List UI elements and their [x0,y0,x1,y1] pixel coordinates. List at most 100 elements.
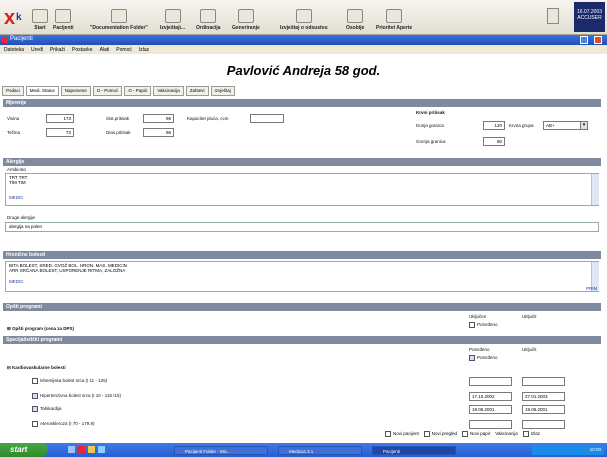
checkbox-checked-icon[interactable] [469,355,475,361]
documentation-folder-button[interactable]: "Documentation Folder" [90,3,148,31]
confirmed-date-field[interactable] [469,377,512,386]
vaccination-button[interactable]: Vakcinacija [495,431,517,437]
tab-notes[interactable]: Napomene [60,86,91,96]
bp-sys-label: Sist.pritisak [106,116,130,121]
allergies-column-header: Antibiotici [7,167,27,172]
close-button[interactable] [594,36,602,44]
program-item-checkbox[interactable]: Ateroskleroza (I 70 - 179.9) [32,421,95,427]
generate-toolbar-button[interactable]: Generiranje [232,3,260,31]
other-allergies-field[interactable]: alergija na polen [5,222,599,232]
allergies-list[interactable]: TRT TRT TIM TIM MEDIC [5,173,599,206]
patients-icon [55,9,72,23]
menu-item-help[interactable]: Pomoć [116,47,132,53]
menu-item-settings[interactable]: Postavke [72,47,93,53]
include-date-field[interactable]: 27.01.2003 [522,392,565,401]
taskbar-item-medicus[interactable]: Medicus 3.1 [278,446,362,455]
tab-medical-status[interactable]: Medi. Status [25,86,59,96]
patients-toolbar-button[interactable]: Pacijenti [53,3,74,31]
staff-toolbar-button[interactable]: Osobije [346,3,364,31]
expand-icon[interactable]: ⊟ [7,365,11,370]
start-toolbar-button[interactable]: Start [32,3,48,31]
start-button[interactable]: start [0,443,48,457]
checkbox-icon[interactable] [32,421,38,427]
tab-requests[interactable]: Zahtevi [185,86,209,96]
list-item[interactable]: TIM TIM [9,180,595,185]
absence-report-button[interactable]: Izvještaj o odsustvu [280,3,328,31]
tab-vaccination[interactable]: Vakcinacija [153,86,184,96]
bp-sys-field[interactable]: 96 [143,114,174,123]
patient-name-title: Pavlović Andreja 58 god. [226,63,381,78]
chevron-down-icon[interactable]: ▾ [580,121,588,130]
bp-dia-label: Dias.pritisak [106,130,131,135]
allergies-scrollbar[interactable] [591,174,599,205]
office-toolbar-button[interactable]: Ordinacija [196,3,220,31]
tab-help[interactable]: O - Pomoć [92,86,123,96]
program-item-checkbox[interactable]: Hipertenzivna bolest srca (I 10 - 115 I1… [32,393,121,399]
priority-icon [386,9,403,23]
tab-strip: Podaci Medi. Status Napomene O - Pomoć O… [2,86,235,96]
height-label: Visina [7,116,20,121]
confirmed-date-field[interactable]: 19.06.2001 [469,405,512,414]
menu-item-tools[interactable]: Alati [100,47,110,53]
toolbar-help-icon[interactable] [547,8,559,24]
report-icon [164,9,181,23]
new-exam-button[interactable]: Novi pregled [423,431,457,437]
priority-toolbar-button[interactable]: Prioritet Aperte [376,3,412,31]
expand-icon[interactable]: ⊞ [7,326,11,331]
general-confirmed-checkbox[interactable]: Potvrđeno [469,322,498,328]
new-paper-button[interactable]: Novi papir [462,431,490,437]
menu-item-edit[interactable]: Uređi [31,47,43,53]
quick-launch-ie-icon[interactable] [68,446,75,453]
list-item[interactable]: ARR SRČANA BOLEST, USPORENJE RITMA, ZALO… [9,268,595,273]
general-program-label[interactable]: ⊞ Opšti program (cena za DPS) [7,326,74,332]
allergies-more-link[interactable]: MEDIC [9,195,595,200]
confirmed-date-field[interactable]: 17.10.2002 [469,392,512,401]
quick-launch-desktop-icon[interactable] [98,446,105,453]
exit-button[interactable]: Izlaz [522,431,540,437]
system-tray: 10:00 [532,445,604,455]
weight-field[interactable]: 73 [46,128,74,137]
taskbar-item-folder[interactable]: Pacijenti Folder - Mic... [174,446,268,455]
checkbox-checked-icon[interactable] [32,393,38,399]
office-icon [200,9,217,23]
checkbox-checked-icon[interactable] [32,406,38,412]
special-confirmed-column: Potvrđeno [469,347,490,352]
quick-launch-folder-icon[interactable] [88,446,95,453]
new-patient-button[interactable]: Novi pacijent [385,431,419,437]
program-item-checkbox[interactable]: Tahikardija [32,406,62,412]
blood-group-label: Krvna grupa [509,123,534,128]
reports-toolbar-button[interactable]: Izvještaji... [160,3,185,31]
blood-group-select[interactable]: AB+ [543,121,581,130]
include-date-field[interactable] [522,377,565,386]
bp-dia-field[interactable]: 96 [143,128,174,137]
tab-report[interactable]: Izvještaj [210,86,235,96]
include-date-field[interactable]: 19.06.2001 [522,405,565,414]
quick-launch [68,446,105,453]
include-date-field[interactable] [522,420,565,429]
app-logo-icon: xk [3,4,25,29]
section-general-program-header: Opšti programi [3,303,601,311]
menu-item-view[interactable]: Prikaži [50,47,65,53]
lower-limit-field[interactable]: 120 [483,121,505,130]
quick-launch-app-icon[interactable] [78,446,85,453]
height-field[interactable]: 173 [46,114,74,123]
checkbox-icon[interactable] [469,322,475,328]
special-confirmed-checkbox[interactable]: Potvrđeno [469,355,498,361]
program-item-checkbox[interactable]: Ishemijska bolest srca (I 11 - 125) [32,378,107,384]
lower-limit-label: Donja granica [416,123,444,128]
window-title: Pacijenti [10,36,33,42]
upper-limit-field[interactable]: 80 [483,137,505,146]
confirmed-date-field[interactable] [469,420,512,429]
lung-capacity-field[interactable] [250,114,284,123]
menu-item-exit[interactable]: Izlaz [139,47,149,53]
chronic-more-link[interactable]: MEDIC [9,279,595,284]
taskbar-item-patients[interactable]: Pacijenti [372,446,456,455]
checkbox-icon[interactable] [32,378,38,384]
cardio-group-label[interactable]: ⊟ Kardiovaskularne bolesti [7,365,66,371]
chronic-prim-link[interactable]: PRIM [586,286,597,291]
chronic-diseases-list[interactable]: BITA BOLEST, SRED. GVOŽ BOL. HRON. MAS. … [5,261,599,292]
menu-item-file[interactable]: Datoteka [4,47,24,53]
minimize-button[interactable] [580,36,588,44]
tab-papers[interactable]: O - Papiri [124,86,152,96]
tab-data[interactable]: Podaci [2,86,24,96]
